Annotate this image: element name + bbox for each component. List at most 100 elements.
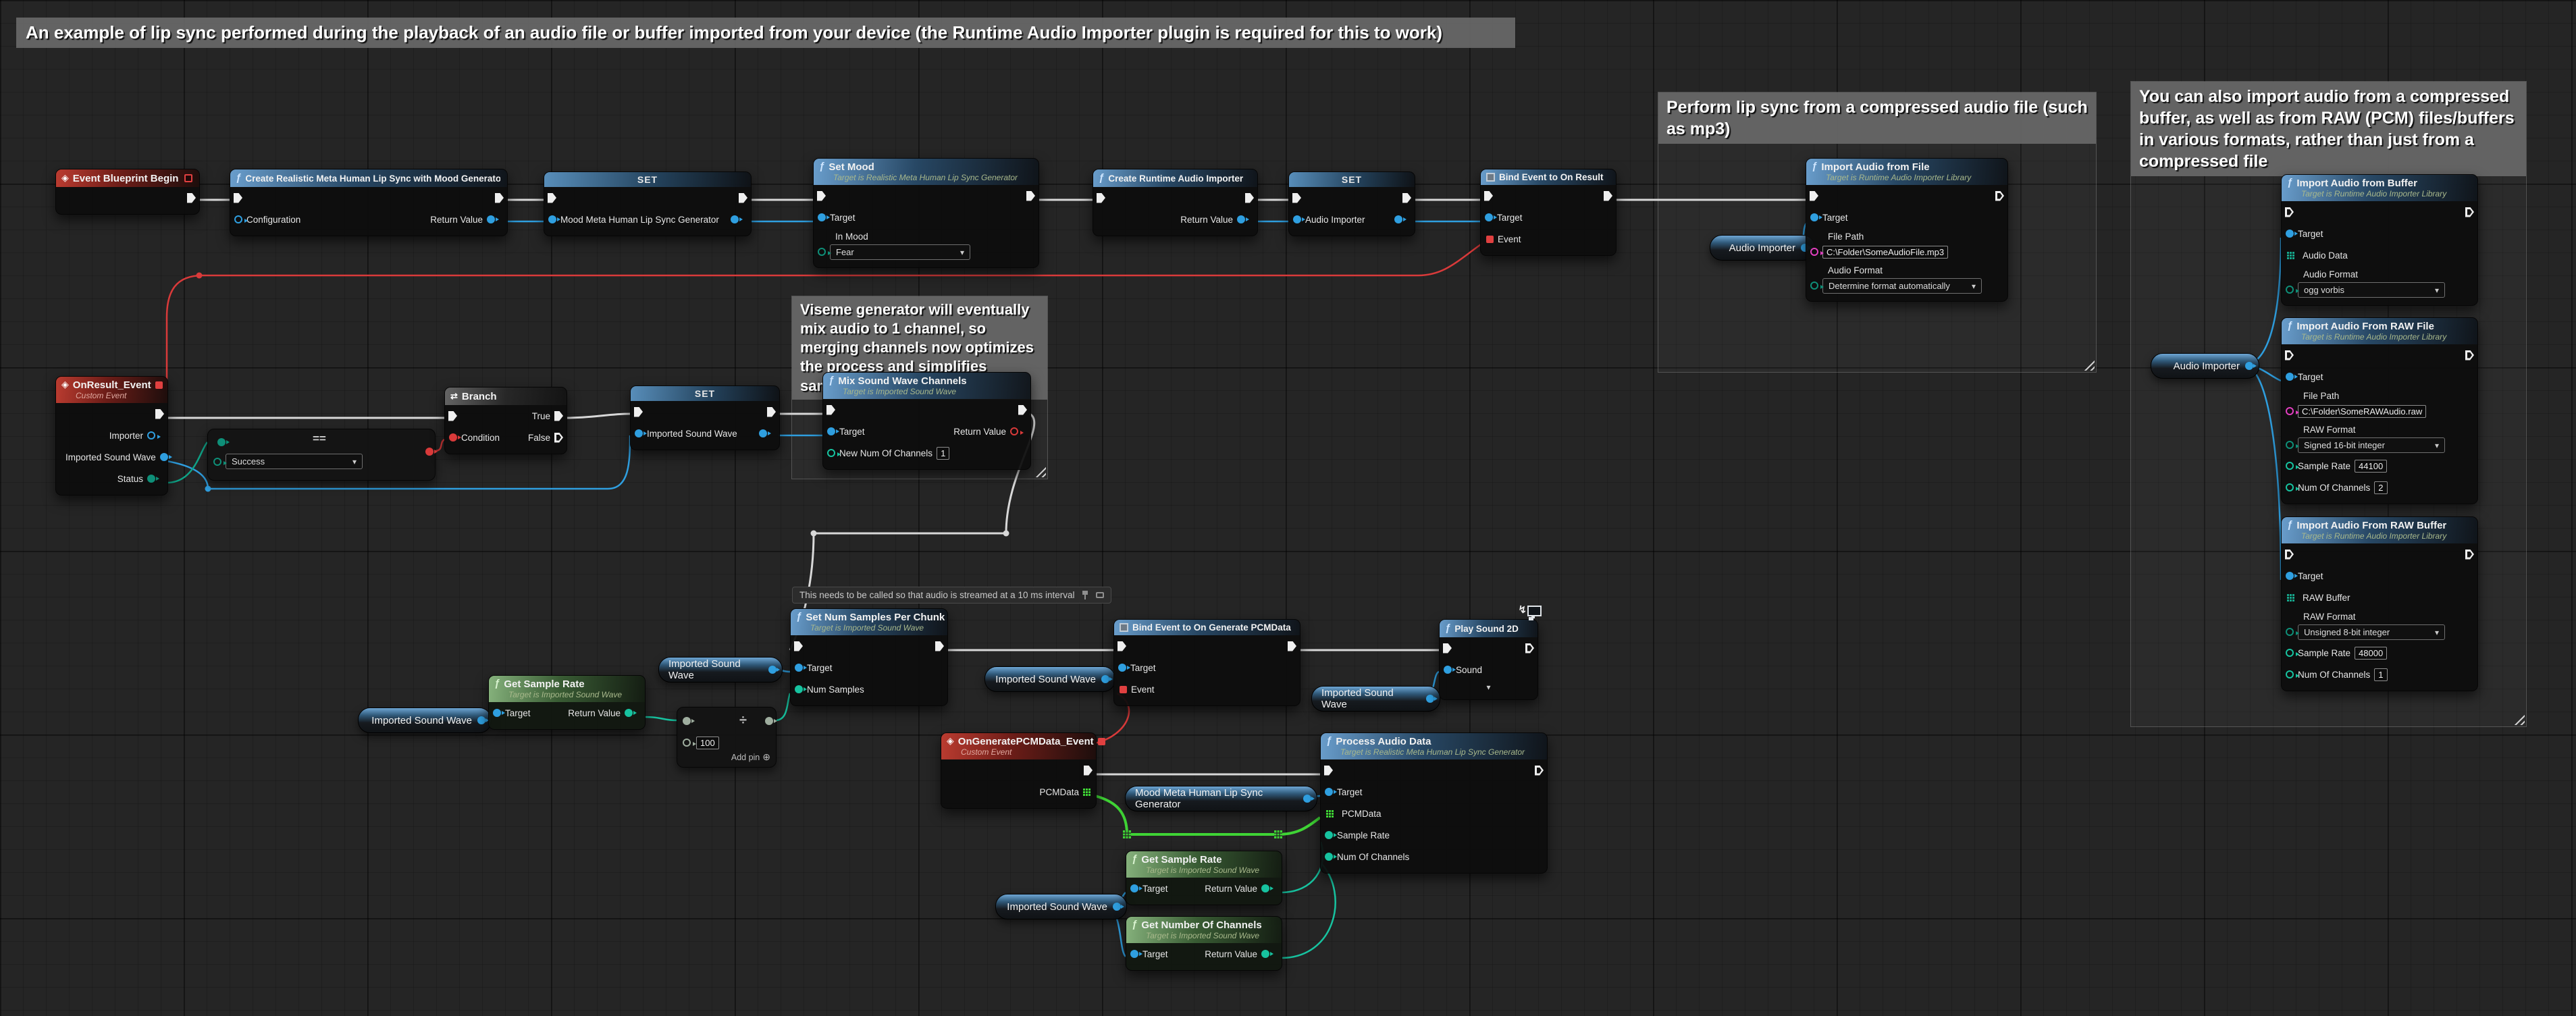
node-get-sample-rate-bottom[interactable]: Get Sample Rate Target is Imported Sound… xyxy=(1126,851,1282,905)
variable-pill-imported-sound-wave[interactable]: Imported Sound Wave xyxy=(358,707,492,733)
audio-format-dropdown[interactable]: ogg vorbis xyxy=(2298,282,2445,298)
sample-rate-input[interactable]: 48000 xyxy=(2355,647,2387,660)
in-mood-pin[interactable] xyxy=(818,248,826,256)
new-num-channels-input[interactable]: 1 xyxy=(937,447,949,460)
exec-in-pin[interactable] xyxy=(1810,191,1818,201)
exec-out-pin[interactable] xyxy=(1288,641,1296,651)
exec-out-pin[interactable] xyxy=(1084,766,1093,776)
num-channels-input[interactable]: 2 xyxy=(2374,481,2387,494)
variable-pill-audio-importer[interactable]: Audio Importer xyxy=(1710,235,1815,261)
delegate-pin[interactable] xyxy=(1098,738,1105,745)
exec-in-pin[interactable] xyxy=(1292,193,1301,203)
num-of-channels-pin[interactable] xyxy=(1325,853,1333,861)
raw-buffer-array-pin[interactable] xyxy=(2287,594,2294,601)
return-value-pin[interactable] xyxy=(487,215,495,223)
reroute-exec[interactable] xyxy=(811,531,817,537)
num-of-channels-pin[interactable] xyxy=(2286,483,2294,491)
variable-pill-imported-sound-wave[interactable]: Imported Sound Wave xyxy=(1311,686,1440,712)
exec-in-pin[interactable] xyxy=(1443,643,1452,653)
raw-format-pin[interactable] xyxy=(2286,628,2294,636)
exec-out-pin[interactable] xyxy=(155,409,164,419)
exec-in-pin[interactable] xyxy=(1118,641,1126,651)
exec-out-pin[interactable] xyxy=(1604,191,1612,201)
node-bind-event-on-generate-pcmdata[interactable]: Bind Event to On Generate PCMData Target… xyxy=(1113,619,1300,706)
sample-rate-pin[interactable] xyxy=(1325,831,1333,839)
raw-format-dropdown[interactable]: Unsigned 8-bit integer xyxy=(2298,624,2445,640)
comment-bubble-icon[interactable] xyxy=(1096,592,1104,598)
return-value-pin[interactable] xyxy=(625,709,633,717)
exec-in-pin[interactable] xyxy=(1324,766,1333,776)
delegate-pin[interactable] xyxy=(184,174,192,182)
variable-out-pin[interactable] xyxy=(759,429,767,437)
exec-in-pin[interactable] xyxy=(2285,550,2294,560)
node-set-mood-generator-variable[interactable]: SET Mood Meta Human Lip Sync Generator xyxy=(544,171,752,236)
importer-pin[interactable] xyxy=(147,431,155,439)
exec-in-pin[interactable] xyxy=(826,405,835,415)
target-pin[interactable] xyxy=(795,664,803,672)
node-import-audio-from-raw-file[interactable]: Import Audio From RAW File Target is Run… xyxy=(2281,317,2478,504)
node-branch[interactable]: Branch True Condition False xyxy=(444,387,567,454)
pcmdata-array-pin[interactable] xyxy=(1083,788,1090,796)
node-get-number-of-channels[interactable]: Get Number Of Channels Target is Importe… xyxy=(1126,916,1282,971)
exec-out-pin[interactable] xyxy=(187,193,196,203)
raw-format-dropdown[interactable]: Signed 16-bit integer xyxy=(2298,437,2445,453)
variable-out-pin[interactable] xyxy=(477,716,485,724)
variable-out-pin[interactable] xyxy=(1394,215,1402,223)
mood-dropdown[interactable]: Fear xyxy=(830,244,970,260)
exec-in-pin[interactable] xyxy=(1484,191,1493,201)
node-set-num-samples-per-chunk[interactable]: Set Num Samples Per Chunk Target is Impo… xyxy=(790,608,948,706)
target-pin[interactable] xyxy=(493,709,501,717)
exec-out-pin[interactable] xyxy=(1525,643,1534,653)
sample-rate-input[interactable]: 44100 xyxy=(2355,460,2387,473)
divisor-input[interactable]: 100 xyxy=(696,737,719,749)
target-pin[interactable] xyxy=(1118,664,1126,672)
node-create-runtime-audio-importer[interactable]: Create Runtime Audio Importer Return Val… xyxy=(1093,169,1258,236)
variable-out-pin[interactable] xyxy=(1426,695,1434,703)
exec-out-pin[interactable] xyxy=(1026,191,1035,201)
variable-out-pin[interactable] xyxy=(1303,795,1311,803)
false-exec-pin[interactable] xyxy=(554,433,563,443)
target-pin[interactable] xyxy=(1485,213,1493,221)
exec-in-pin[interactable] xyxy=(234,193,242,203)
node-set-audio-importer-variable[interactable]: SET Audio Importer xyxy=(1288,171,1415,236)
num-channels-input[interactable]: 1 xyxy=(2374,668,2387,681)
exec-out-pin[interactable] xyxy=(1995,191,2004,201)
node-bind-event-on-result[interactable]: Bind Event to On Result Target Event xyxy=(1480,169,1616,256)
enum-value-dropdown[interactable]: Success xyxy=(226,454,363,469)
event-delegate-pin[interactable] xyxy=(1486,236,1494,243)
node-set-mood[interactable]: Set Mood Target is Realistic Meta Human … xyxy=(813,158,1039,268)
true-exec-pin[interactable] xyxy=(554,411,563,421)
file-path-pin[interactable] xyxy=(1810,248,1818,256)
variable-in-pin[interactable] xyxy=(1293,215,1301,223)
event-delegate-pin[interactable] xyxy=(1120,686,1127,693)
node-import-audio-from-file[interactable]: Import Audio from File Target is Runtime… xyxy=(1806,158,2008,302)
return-value-pin[interactable] xyxy=(1237,215,1245,223)
exec-out-pin[interactable] xyxy=(767,407,776,417)
node-import-audio-from-buffer[interactable]: Import Audio from Buffer Target is Runti… xyxy=(2281,174,2478,306)
target-pin[interactable] xyxy=(1810,213,1818,221)
exec-in-pin[interactable] xyxy=(2285,207,2294,217)
target-pin[interactable] xyxy=(827,427,835,435)
pcmdata-array-pin[interactable] xyxy=(1326,810,1334,818)
exec-out-pin[interactable] xyxy=(2465,350,2474,360)
target-pin[interactable] xyxy=(818,213,826,221)
node-create-realistic-lipsync[interactable]: Create Realistic Meta Human Lip Sync wit… xyxy=(230,169,508,236)
node-import-audio-from-raw-buffer[interactable]: Import Audio From RAW Buffer Target is R… xyxy=(2281,516,2478,691)
num-samples-pin[interactable] xyxy=(795,685,803,693)
node-set-imported-sound-wave[interactable]: SET Imported Sound Wave xyxy=(630,385,780,450)
node-ongenerate-pcmdata-event[interactable]: OnGeneratePCMData_Event Custom Event PCM… xyxy=(941,732,1097,809)
node-process-audio-data[interactable]: Process Audio Data Target is Realistic M… xyxy=(1320,732,1548,874)
raw-format-pin[interactable] xyxy=(2286,441,2294,449)
variable-in-pin[interactable] xyxy=(635,429,643,437)
exec-in-pin[interactable] xyxy=(548,193,556,203)
target-pin[interactable] xyxy=(2286,572,2294,580)
variable-out-pin[interactable] xyxy=(1113,903,1121,911)
exec-out-pin[interactable] xyxy=(495,193,504,203)
target-pin[interactable] xyxy=(2286,373,2294,381)
target-pin[interactable] xyxy=(1130,884,1138,892)
node-divide[interactable]: 100 ÷ Add pin xyxy=(677,707,777,768)
exec-in-pin[interactable] xyxy=(634,407,643,417)
node-onresult-event[interactable]: OnResult_Event Custom Event Importer Imp… xyxy=(55,376,168,496)
reroute-object[interactable] xyxy=(205,486,211,492)
divisor-pin[interactable] xyxy=(683,739,691,747)
